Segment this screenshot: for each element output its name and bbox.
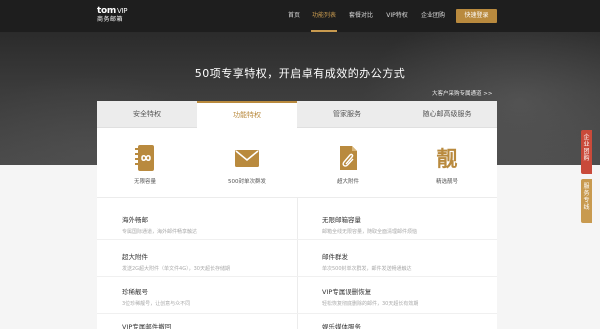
- list-item: 珍稀靓号 3位珍稀靓号，让创意与众不同: [122, 286, 302, 307]
- list-item: VIP专属误删恢复 轻松恢复彻底删除的邮件，30天超长有效期: [322, 286, 502, 307]
- nav-group-purchase[interactable]: 企业团购: [418, 0, 448, 32]
- item-title: 无限邮箱容量: [322, 216, 361, 224]
- row-divider: [97, 239, 497, 240]
- tab-security[interactable]: 安全特权: [97, 101, 197, 128]
- logo-subtitle: 商务邮箱: [97, 16, 124, 23]
- nav-plan-compare[interactable]: 套餐对比: [346, 0, 376, 32]
- list-item: 无限邮箱容量 邮箱全线无限容量，随取全面清理邮件烦恼: [322, 214, 502, 235]
- paperclip-icon: [340, 146, 357, 170]
- item-desc: 单次500封单次群发，邮件发送畅通触达: [322, 266, 412, 272]
- item-title: VIP专属邮件撤回: [122, 323, 172, 329]
- item-desc: 3位珍稀靓号，让创意与众不同: [122, 301, 191, 307]
- logo-vip-text: VIP: [116, 7, 128, 15]
- feature-panel: 安全特权 功能特权 管家服务 随心邮高级服务 无限容量 500封单次群发 超大附…: [97, 101, 497, 329]
- list-item: 邮件群发 单次500封单次群发，邮件发送畅通触达: [322, 251, 502, 272]
- row-divider: [97, 313, 497, 314]
- item-title: 娱乐媒体服务: [322, 323, 361, 329]
- item-title: 海外畅邮: [122, 216, 148, 224]
- privilege-tabs: 安全特权 功能特权 管家服务 随心邮高级服务: [97, 101, 497, 129]
- item-desc: 轻松恢复彻底删除的邮件，30天超长有效期: [322, 301, 419, 307]
- tab-butler-service[interactable]: 管家服务: [297, 101, 397, 128]
- item-desc: 邮箱全线无限容量，随取全面清理邮件烦恼: [322, 229, 418, 235]
- item-title: 珍稀靓号: [122, 288, 148, 296]
- enterprise-purchase-link[interactable]: 大客户采购专属通道 >>: [432, 89, 492, 97]
- side-group-purchase-button[interactable]: 企业团购: [581, 130, 592, 174]
- nav-feature-list[interactable]: 功能列表: [309, 0, 339, 32]
- item-title: 超大附件: [122, 253, 148, 261]
- feature-label: 无限容量: [133, 179, 156, 185]
- side-service-hotline-button[interactable]: 服务专线: [581, 179, 592, 223]
- list-item: 海外畅邮 专属国际通道，海外邮件畅享触达: [122, 214, 302, 235]
- tom-vip-logo[interactable]: tomVIP 商务邮箱: [97, 7, 127, 23]
- list-item: 超大附件 发送2G超大附件（单文件4G），30天超长存储期: [122, 251, 302, 272]
- hero-title: 50项专享特权，开启卓有成效的办公方式: [194, 67, 406, 80]
- item-desc: 发送2G超大附件（单文件4G），30天超长存储期: [122, 266, 230, 272]
- envelope-icon: [235, 150, 259, 167]
- tab-features[interactable]: 功能特权: [197, 101, 297, 129]
- svg-text:靓: 靓: [437, 147, 458, 171]
- feature-large-attachment: 超大附件: [308, 145, 388, 185]
- feature-mass-send: 500封单次群发: [207, 145, 287, 185]
- item-title: VIP专属误删恢复: [322, 288, 372, 296]
- infinity-icon: [135, 145, 154, 171]
- feature-label: 精选靓号: [435, 179, 458, 185]
- row-divider: [97, 276, 497, 277]
- pretty-char-icon: 靓: [437, 147, 458, 171]
- nav-home[interactable]: 首页: [284, 0, 304, 32]
- logo-text: tom: [97, 6, 116, 16]
- feature-pretty-number: 靓 精选靓号: [407, 145, 487, 185]
- feature-label: 超大附件: [336, 179, 359, 185]
- nav-vip-privileges[interactable]: VIP特权: [384, 0, 410, 32]
- list-item: 娱乐媒体服务: [322, 321, 502, 329]
- top-navigation-bar: tomVIP 商务邮箱 首页 功能列表 套餐对比 VIP特权 企业团购 快速登录: [0, 0, 600, 32]
- quick-login-button[interactable]: 快速登录: [456, 9, 497, 23]
- list-item: VIP专属邮件撤回: [122, 321, 302, 329]
- tab-premium-service[interactable]: 随心邮高级服务: [397, 101, 497, 128]
- feature-label: 500封单次群发: [228, 179, 266, 185]
- feature-unlimited-storage: 无限容量: [105, 145, 185, 185]
- item-title: 邮件群发: [322, 253, 348, 261]
- item-desc: 专属国际通道，海外邮件畅享触达: [122, 229, 198, 235]
